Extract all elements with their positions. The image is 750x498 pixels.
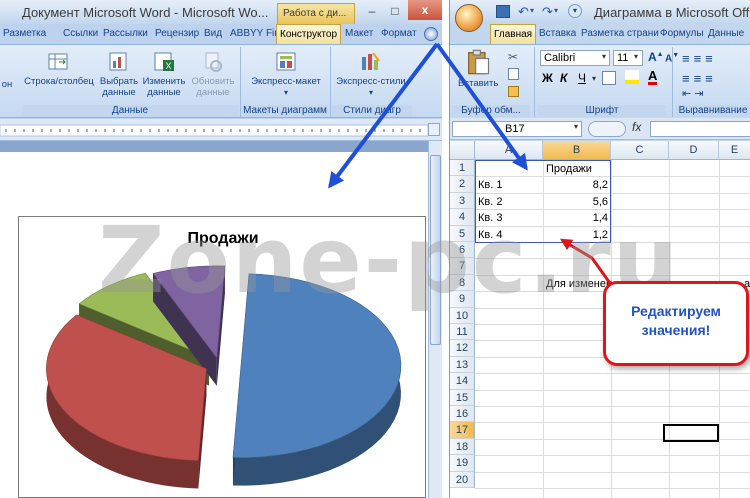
- arrow-to-data: [435, 42, 528, 171]
- callout-line-2: значения!: [641, 322, 711, 338]
- callout-bubble: Редактируем значения!: [603, 281, 749, 366]
- arrow-to-chart: [328, 42, 439, 189]
- callout-line-1: Редактируем: [631, 303, 721, 319]
- callout-text: Редактируем значения!: [606, 302, 746, 340]
- watermark-text: Zone-pc.ru: [98, 207, 681, 314]
